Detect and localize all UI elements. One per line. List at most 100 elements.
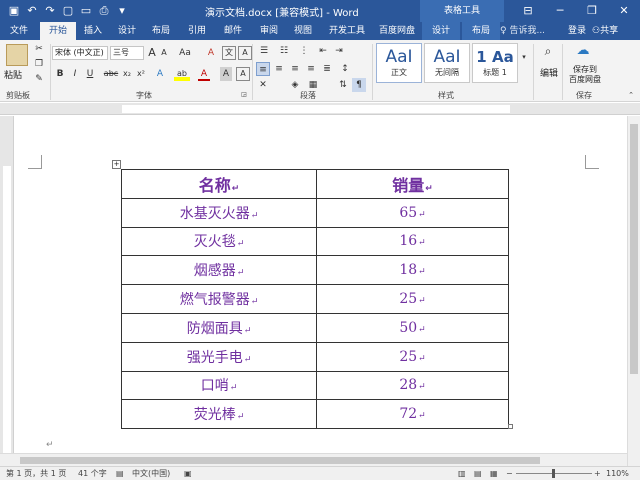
baidu-cloud-icon[interactable]: ☁ [574,44,592,58]
tab-table-design[interactable]: 设计 [422,22,460,40]
table-cell[interactable]: 防烟面具↵ [121,312,317,343]
vertical-ruler[interactable] [0,116,14,466]
tab-references[interactable]: 引用 [182,22,212,40]
find-icon[interactable]: ⌕ [540,44,556,58]
chinese-layout-icon[interactable]: ✕ [256,78,270,92]
save-to-netdisk-line2[interactable]: 百度网盘 [566,74,604,85]
format-painter-icon[interactable]: ✎ [32,72,46,86]
char-border-icon[interactable]: A [236,67,250,81]
new-doc-icon[interactable]: ▢ [60,3,76,19]
undo-icon[interactable]: ↶ [24,3,40,19]
char-shading-button[interactable]: A [220,67,232,81]
style-heading-1[interactable]: 1 Aa 标题 1 [472,43,518,83]
restore-button[interactable]: ❐ [576,0,608,22]
copy-icon[interactable]: ❐ [32,57,46,71]
horizontal-ruler[interactable] [0,103,640,115]
tab-review[interactable]: 审阅 [254,22,284,40]
tab-table-layout[interactable]: 布局 [462,22,500,40]
table-cell[interactable]: 50↵ [316,312,509,343]
italic-button[interactable]: I [69,67,81,81]
login-link[interactable]: 登录 [568,22,586,40]
tab-layout[interactable]: 布局 [146,22,176,40]
styles-more-icon[interactable]: ▾ [519,50,529,64]
table-cell[interactable]: 强光手电↵ [121,341,317,372]
proofing-icon[interactable]: ▤ [116,468,124,480]
print-preview-icon[interactable]: ⎙ [96,3,112,19]
close-button[interactable]: ✕ [608,0,640,22]
table-cell[interactable]: 荧光棒↵ [121,399,317,430]
font-size-select[interactable]: 三号 [110,46,144,60]
superscript-button[interactable]: x² [134,67,148,81]
editing-button[interactable]: 编辑 [540,66,558,79]
table-cell[interactable]: 72↵ [316,399,509,430]
distributed-icon[interactable]: ≣ [320,62,334,76]
font-name-select[interactable]: 宋体 (中文正) [52,46,108,60]
font-color-button[interactable]: A [198,67,210,81]
shrink-font-button[interactable]: A [158,46,170,60]
table-resize-handle-icon[interactable] [508,424,513,429]
style-normal[interactable]: AaI 正文 [376,43,422,83]
collapse-ribbon-icon[interactable]: ⌃ [626,88,636,102]
paste-icon[interactable] [6,44,28,66]
font-dialog-launcher-icon[interactable]: ◲ [240,90,248,100]
cut-icon[interactable]: ✂ [32,42,46,56]
paste-button[interactable]: 粘贴 [4,68,22,81]
bold-button[interactable]: B [54,67,66,81]
vertical-scrollbar[interactable] [627,116,640,466]
zoom-out-icon[interactable]: − [506,468,513,480]
align-right-icon[interactable]: ≡ [288,62,302,76]
enclose-char-icon[interactable]: A [238,46,252,60]
read-mode-icon[interactable]: ▥ [458,468,466,480]
page-indicator[interactable]: 第 1 页，共 1 页 [6,468,66,480]
show-marks-button[interactable]: ¶ [352,78,366,92]
tab-developer[interactable]: 开发工具 [324,22,370,40]
table-cell[interactable]: 18↵ [316,255,509,286]
line-spacing-icon[interactable]: ↕ [338,62,352,76]
scroll-thumb[interactable] [630,124,638,374]
tab-file[interactable]: 文件 [4,22,34,40]
tab-mailings[interactable]: 邮件 [218,22,248,40]
text-effects-button[interactable]: A [154,67,166,81]
table-cell[interactable]: 28↵ [316,370,509,401]
table-cell[interactable]: 名称↵ [121,169,317,199]
clear-format-button[interactable]: A [204,46,218,60]
grow-font-button[interactable]: A [146,46,158,60]
zoom-in-icon[interactable]: + [594,468,601,480]
tab-home[interactable]: 开始 [40,22,76,40]
tab-baidu-netdisk[interactable]: 百度网盘 [374,22,420,40]
decrease-indent-icon[interactable]: ⇤ [316,44,330,58]
ribbon-display-icon[interactable]: ⊟ [512,0,544,22]
table-cell[interactable]: 燃气报警器↵ [121,284,317,314]
table-cell[interactable]: 16↵ [316,226,509,257]
sort-icon[interactable]: ⇅ [336,78,350,92]
word-count[interactable]: 41 个字 [78,468,107,480]
tab-insert[interactable]: 插入 [78,22,108,40]
table-cell[interactable]: 烟感器↵ [121,255,317,286]
save-icon[interactable]: ▣ [6,3,22,19]
redo-icon[interactable]: ↷ [42,3,58,19]
share-button[interactable]: ⚇共享 [592,22,618,40]
tab-design[interactable]: 设计 [112,22,142,40]
table-cell[interactable]: 65↵ [316,197,509,228]
change-case-button[interactable]: Aa [176,46,194,60]
horizontal-scrollbar[interactable] [0,453,627,466]
multilevel-list-icon[interactable]: ⋮ [296,44,312,58]
style-no-spacing[interactable]: AaI 无间隔 [424,43,470,83]
table-cell[interactable]: 灭火毯↵ [121,226,317,257]
increase-indent-icon[interactable]: ⇥ [332,44,346,58]
zoom-slider-thumb[interactable] [552,469,555,478]
open-icon[interactable]: ▭ [78,3,94,19]
highlight-button[interactable]: ab [174,67,190,81]
language-indicator[interactable]: 中文(中国) [132,468,170,480]
zoom-level[interactable]: 110% [606,468,629,480]
minimize-button[interactable]: ─ [544,0,576,22]
table-cell[interactable]: 销量↵ [316,169,509,199]
table-cell[interactable]: 25↵ [316,341,509,372]
print-layout-icon[interactable]: ▤ [474,468,482,480]
align-center-icon[interactable]: ≡ [272,62,286,76]
justify-icon[interactable]: ≡ [304,62,318,76]
macro-record-icon[interactable]: ▣ [184,468,192,480]
customize-icon[interactable]: ▾ [114,3,130,19]
strikethrough-button[interactable]: abc [102,67,120,81]
table-cell[interactable]: 水基灭火器↵ [121,197,317,228]
